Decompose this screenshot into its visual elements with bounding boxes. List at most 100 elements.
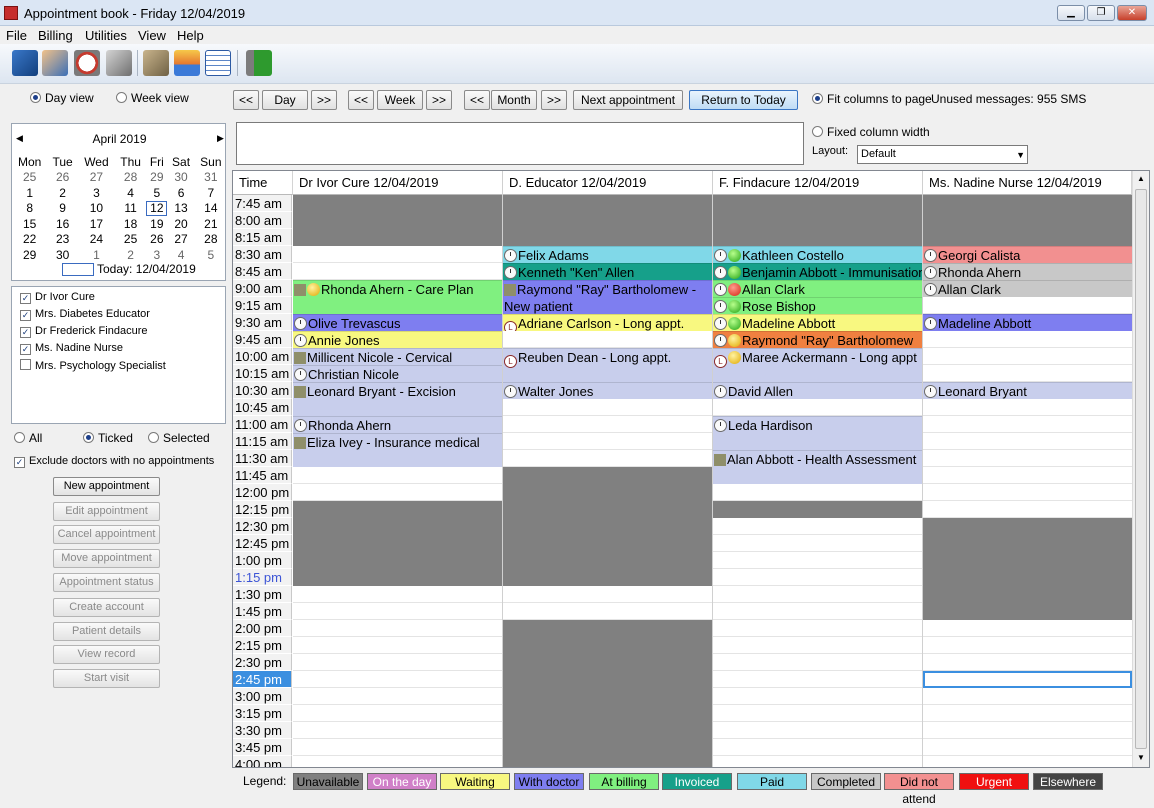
calendar-day[interactable]: 25 xyxy=(115,232,146,248)
patients-icon[interactable] xyxy=(42,50,68,76)
calendar-day[interactable]: 14 xyxy=(195,201,227,217)
calendar-day[interactable]: 22 xyxy=(12,232,47,248)
fit-columns-radio[interactable]: Fit columns to page xyxy=(812,92,932,106)
appointment[interactable]: Benjamin Abbott - Immunisation xyxy=(713,263,922,280)
clock-icon[interactable] xyxy=(74,50,100,76)
calendar-day[interactable]: 10 xyxy=(78,201,115,217)
day-button[interactable]: Day xyxy=(262,90,308,110)
calendar-day[interactable]: 19 xyxy=(146,216,167,232)
calendar-day[interactable]: 4 xyxy=(167,247,194,263)
appointment[interactable]: Rhonda Ahern - Care Plan xyxy=(293,280,502,314)
create-account-button[interactable]: Create account xyxy=(53,598,160,617)
fixed-width-radio[interactable]: Fixed column width xyxy=(812,125,930,139)
doctor-item[interactable]: ✓ Dr Frederick Findacure xyxy=(20,325,147,338)
exit-icon[interactable] xyxy=(246,50,272,76)
calendar-day[interactable]: 21 xyxy=(195,216,227,232)
doctor-item[interactable]: Mrs. Psychology Specialist xyxy=(20,359,166,372)
appointment[interactable]: Olive Trevascus xyxy=(293,314,502,331)
filter-selected-radio[interactable]: Selected xyxy=(148,431,210,445)
scroll-down-icon[interactable]: ▼ xyxy=(1137,753,1145,762)
appointment[interactable]: Madeline Abbott xyxy=(713,314,922,331)
menu-file[interactable]: File xyxy=(6,28,27,43)
calendar-day[interactable]: 2 xyxy=(47,185,78,201)
calendar-day[interactable]: 29 xyxy=(12,247,47,263)
appointment[interactable]: Allan Clark xyxy=(713,280,922,297)
column-header[interactable]: D. Educator 12/04/2019 xyxy=(503,171,713,195)
move-appointment-button[interactable]: Move appointment xyxy=(53,549,160,568)
patient-details-button[interactable]: Patient details xyxy=(53,622,160,641)
calendar-day[interactable]: 28 xyxy=(195,232,227,248)
calendar-day[interactable]: 24 xyxy=(78,232,115,248)
appointment[interactable]: Raymond "Ray" Bartholomew xyxy=(713,331,922,348)
return-to-today-button[interactable]: Return to Today xyxy=(689,90,798,110)
appointment-status-button[interactable]: Appointment status xyxy=(53,573,160,592)
calendar-day[interactable]: 4 xyxy=(115,185,146,201)
doctor-item[interactable]: ✓ Ms. Nadine Nurse xyxy=(20,342,123,355)
week-button[interactable]: Week xyxy=(377,90,423,110)
calendar-day[interactable]: 31 xyxy=(195,170,227,186)
inbox-icon[interactable] xyxy=(174,50,200,76)
start-visit-button[interactable]: Start visit xyxy=(53,669,160,688)
doctor-item[interactable]: ✓ Dr Ivor Cure xyxy=(20,291,95,304)
calendar-day[interactable]: 18 xyxy=(115,216,146,232)
next-appointment-button[interactable]: Next appointment xyxy=(573,90,683,110)
column-header[interactable]: F. Findacure 12/04/2019 xyxy=(713,171,923,195)
vertical-scrollbar[interactable]: ▲ ▼ xyxy=(1132,171,1149,767)
calendar-day[interactable]: 20 xyxy=(167,216,194,232)
column-header[interactable]: Dr Ivor Cure 12/04/2019 xyxy=(293,171,503,195)
appointment[interactable]: Alan Abbott - Health Assessment xyxy=(713,450,922,484)
calendar-day[interactable]: 7 xyxy=(195,185,227,201)
menu-utilities[interactable]: Utilities xyxy=(85,28,127,43)
calendar-day[interactable]: 1 xyxy=(78,247,115,263)
column-header[interactable]: Ms. Nadine Nurse 12/04/2019 xyxy=(923,171,1132,195)
appointment[interactable]: Rose Bishop xyxy=(713,297,922,314)
appointment[interactable]: Leda Hardison xyxy=(713,416,922,450)
notes-box[interactable] xyxy=(236,122,804,165)
menu-billing[interactable]: Billing xyxy=(38,28,73,43)
calendar-next-icon[interactable]: ▶ xyxy=(217,133,224,144)
appointment[interactable]: L Reuben Dean - Long appt. xyxy=(503,348,712,382)
appointment[interactable]: Leonard Bryant xyxy=(923,382,1132,399)
calendar-day[interactable]: 23 xyxy=(47,232,78,248)
calendar-day[interactable]: 15 xyxy=(12,216,47,232)
calendar-day[interactable]: 27 xyxy=(167,232,194,248)
next-month-button[interactable]: >> xyxy=(541,90,567,110)
calendar-day[interactable]: 9 xyxy=(47,201,78,217)
appointment[interactable]: Millicent Nicole - Cervical xyxy=(293,348,502,365)
appointment[interactable]: Kenneth "Ken" Allen xyxy=(503,263,712,280)
calendar-icon[interactable] xyxy=(205,50,231,76)
calendar-day[interactable]: 12 xyxy=(146,200,168,216)
week-view-radio[interactable]: Week view xyxy=(116,91,189,105)
calendar-day[interactable]: 26 xyxy=(47,170,78,186)
appointment[interactable]: Madeline Abbott xyxy=(923,314,1132,331)
calendar-day[interactable]: 6 xyxy=(167,185,194,201)
calendar-day[interactable]: 5 xyxy=(195,247,227,263)
calendar-day[interactable]: 3 xyxy=(78,185,115,201)
edit-appointment-button[interactable]: Edit appointment xyxy=(53,502,160,521)
calendar-day[interactable]: 5 xyxy=(146,185,167,201)
new-patient-icon[interactable] xyxy=(12,50,38,76)
calendar-day[interactable]: 28 xyxy=(115,170,146,186)
menu-view[interactable]: View xyxy=(138,28,166,43)
calendar-day[interactable]: 29 xyxy=(146,170,167,186)
appointment[interactable]: Walter Jones xyxy=(503,382,712,399)
appointment[interactable]: Christian Nicole xyxy=(293,365,502,382)
appointment[interactable]: L Maree Ackermann - Long appt xyxy=(713,348,922,382)
billing-icon[interactable] xyxy=(143,50,169,76)
calendar-day[interactable]: 17 xyxy=(78,216,115,232)
filter-all-radio[interactable]: All xyxy=(14,431,42,445)
cancel-appointment-button[interactable]: Cancel appointment xyxy=(53,525,160,544)
calendar-day[interactable]: 11 xyxy=(115,201,146,217)
appointment[interactable]: L Adriane Carlson - Long appt. xyxy=(503,314,712,331)
day-view-radio[interactable]: Day view xyxy=(30,91,94,105)
calendar-day[interactable]: 30 xyxy=(167,170,194,186)
appointment[interactable]: Rhonda Ahern xyxy=(293,416,502,433)
menu-help[interactable]: Help xyxy=(177,28,204,43)
calendar-day[interactable]: 26 xyxy=(146,232,167,248)
appointment[interactable]: Allan Clark xyxy=(923,280,1132,297)
view-record-button[interactable]: View record xyxy=(53,645,160,664)
prev-day-button[interactable]: << xyxy=(233,90,259,110)
doctor-item[interactable]: ✓ Mrs. Diabetes Educator xyxy=(20,308,150,321)
prev-month-button[interactable]: << xyxy=(464,90,490,110)
new-appointment-button[interactable]: New appointment xyxy=(53,477,160,496)
